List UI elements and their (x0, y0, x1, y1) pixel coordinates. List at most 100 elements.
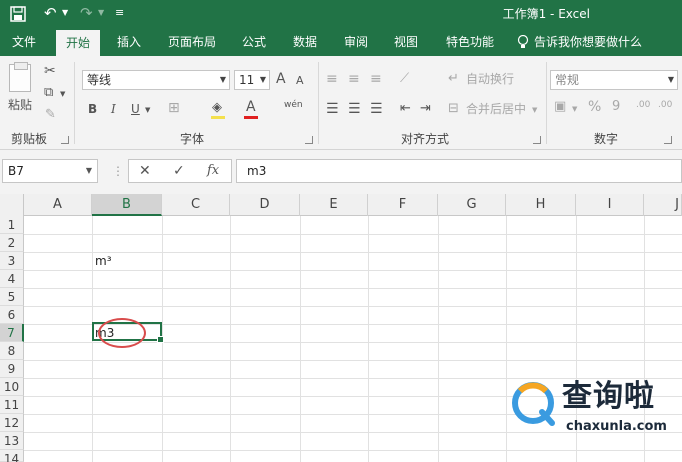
bold-button[interactable]: B (88, 100, 97, 118)
row-header-3[interactable]: 3 (0, 252, 24, 270)
orientation-icon[interactable]: ⟋ (400, 70, 409, 88)
row-header-11[interactable]: 11 (0, 396, 24, 414)
tab-review[interactable]: 审阅 (336, 28, 376, 56)
column-header-a[interactable]: A (24, 194, 92, 216)
redo-dropdown-icon[interactable]: ▼ (98, 4, 104, 22)
tab-page-layout[interactable]: 页面布局 (160, 28, 224, 56)
copy-dropdown-icon[interactable]: ▼ (60, 85, 65, 103)
column-header-f[interactable]: F (368, 194, 438, 216)
formula-input[interactable]: m3 (236, 159, 682, 183)
group-separator (318, 62, 319, 144)
align-middle-icon[interactable]: ≡ (348, 70, 360, 88)
decrease-decimal-button[interactable]: .00 (658, 96, 672, 114)
borders-icon[interactable]: ⊞ (168, 99, 180, 117)
shrink-font-icon[interactable]: A (296, 72, 304, 90)
column-header-b[interactable]: B (92, 194, 162, 216)
column-header-j[interactable]: J (644, 194, 682, 216)
row-header-5[interactable]: 5 (0, 288, 24, 306)
underline-dropdown-icon[interactable]: ▼ (145, 101, 150, 119)
select-all-button[interactable] (0, 194, 24, 216)
increase-decimal-button[interactable]: .00 (636, 96, 650, 114)
column-header-i[interactable]: I (576, 194, 644, 216)
annotation-circle (98, 318, 146, 348)
tab-formulas[interactable]: 公式 (234, 28, 274, 56)
font-size-select[interactable]: 11 ▼ (234, 70, 270, 90)
gridline (24, 306, 682, 307)
enter-button[interactable]: ✓ (173, 162, 185, 180)
column-header-h[interactable]: H (506, 194, 576, 216)
alignment-group-label: 对齐方式 (401, 132, 450, 146)
phonetic-icon[interactable]: wén (284, 96, 303, 114)
font-color-icon[interactable]: A (246, 98, 256, 116)
align-top-icon[interactable]: ≡ (326, 70, 338, 88)
currency-icon[interactable]: ▣ (554, 98, 566, 116)
row-header-1[interactable]: 1 (0, 216, 24, 234)
currency-dropdown-icon[interactable]: ▼ (572, 100, 577, 118)
gridline (24, 450, 682, 451)
tell-me-search[interactable]: 告诉我你想要做什么 (534, 28, 642, 56)
align-center-icon[interactable]: ☰ (348, 100, 361, 118)
undo-icon[interactable]: ↶ (44, 4, 57, 22)
copy-icon[interactable]: ⧉ (44, 84, 53, 102)
font-name-value: 等线 (87, 73, 112, 87)
decrease-indent-icon[interactable]: ⇤ (400, 100, 411, 118)
number-format-select[interactable]: 常规 ▼ (550, 70, 678, 90)
clipboard-launcher-icon[interactable] (61, 136, 69, 144)
customize-toolbar-icon[interactable]: ≡ (115, 4, 124, 22)
increase-indent-icon[interactable]: ⇥ (420, 100, 431, 118)
column-header-g[interactable]: G (438, 194, 506, 216)
underline-button[interactable]: U (131, 100, 140, 118)
title-bar: ↶ ▼ ↷ ▼ ≡ 工作簿1 - Excel (0, 0, 682, 28)
comma-button[interactable]: 9 (612, 98, 620, 116)
row-header-7[interactable]: 7 (0, 324, 24, 342)
row-header-13[interactable]: 13 (0, 432, 24, 450)
cancel-button[interactable]: ✕ (139, 162, 151, 180)
tab-special-features[interactable]: 特色功能 (436, 28, 504, 56)
column-header-c[interactable]: C (162, 194, 230, 216)
fill-color-icon[interactable]: ◈ (212, 99, 222, 117)
undo-dropdown-icon[interactable]: ▼ (62, 4, 68, 22)
row-header-2[interactable]: 2 (0, 234, 24, 252)
cut-icon[interactable]: ✂ (44, 62, 56, 80)
tab-home[interactable]: 开始 (56, 30, 100, 56)
tab-data[interactable]: 数据 (284, 28, 326, 56)
paste-label[interactable]: 粘贴 (8, 96, 32, 114)
row-header-6[interactable]: 6 (0, 306, 24, 324)
row-header-8[interactable]: 8 (0, 342, 24, 360)
font-launcher-icon[interactable] (305, 136, 313, 144)
column-header-e[interactable]: E (300, 194, 368, 216)
name-box[interactable]: B7 ▼ (2, 159, 98, 183)
gridline (300, 216, 301, 462)
merge-center-button[interactable]: 合并后居中 (466, 100, 526, 118)
alignment-launcher-icon[interactable] (533, 136, 541, 144)
formula-bar-grip-icon[interactable]: ⋮ (112, 164, 124, 178)
align-left-icon[interactable]: ☰ (326, 100, 339, 118)
tab-view[interactable]: 视图 (386, 28, 426, 56)
merge-dropdown-icon[interactable]: ▼ (532, 101, 537, 119)
wrap-text-button[interactable]: 自动换行 (466, 70, 514, 88)
insert-function-button[interactable]: fx (207, 162, 219, 180)
row-header-4[interactable]: 4 (0, 270, 24, 288)
align-bottom-icon[interactable]: ≡ (370, 70, 382, 88)
wrap-text-icon[interactable]: ↵ (448, 70, 459, 88)
row-header-10[interactable]: 10 (0, 378, 24, 396)
row-header-12[interactable]: 12 (0, 414, 24, 432)
cell-b3[interactable]: m³ (95, 252, 112, 270)
save-icon[interactable] (10, 6, 26, 22)
font-name-select[interactable]: 等线 ▼ (82, 70, 230, 90)
tab-file[interactable]: 文件 (4, 28, 44, 56)
number-launcher-icon[interactable] (664, 136, 672, 144)
fill-color-swatch (211, 116, 225, 119)
percent-button[interactable]: % (588, 98, 601, 116)
grow-font-icon[interactable]: A (276, 70, 286, 88)
row-header-9[interactable]: 9 (0, 360, 24, 378)
paste-icon[interactable] (9, 62, 31, 92)
format-painter-icon[interactable]: ✎ (45, 106, 56, 124)
row-header-14[interactable]: 14 (0, 450, 24, 462)
tab-insert[interactable]: 插入 (108, 28, 150, 56)
merge-center-icon[interactable]: ⊟ (448, 100, 459, 118)
italic-button[interactable]: I (111, 100, 116, 118)
column-header-d[interactable]: D (230, 194, 300, 216)
redo-icon[interactable]: ↷ (80, 4, 93, 22)
align-right-icon[interactable]: ☰ (370, 100, 383, 118)
